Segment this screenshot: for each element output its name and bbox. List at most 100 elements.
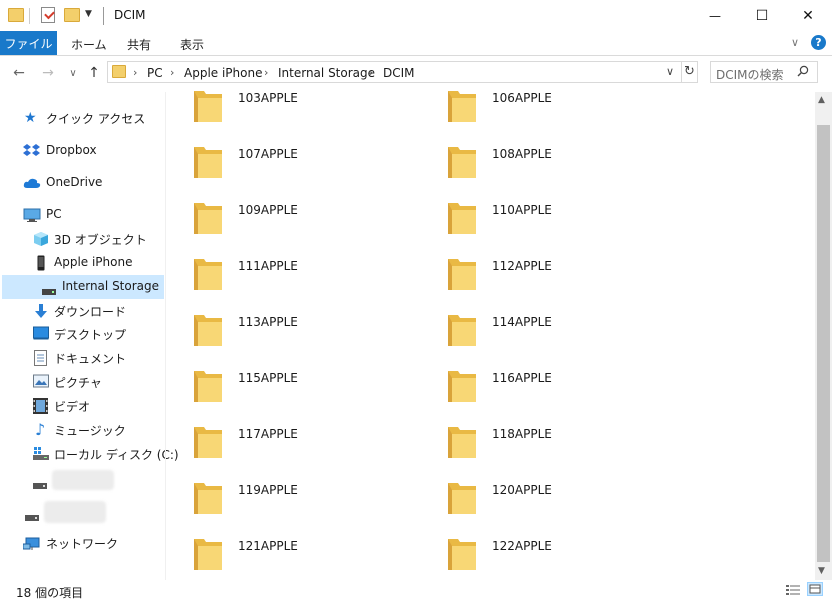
disk-icon [33,446,49,462]
new-folder-icon[interactable] [64,8,80,22]
scrollbar-thumb[interactable] [817,125,830,562]
folder-icon [194,424,222,458]
cloud-icon [23,178,41,194]
maximize-button[interactable]: ☐ [739,0,785,31]
refresh-icon[interactable]: ↻ [684,64,695,79]
nav-item-documents[interactable]: ドキュメント [0,346,165,370]
nav-item-music[interactable]: ♪ ミュージック [0,418,165,442]
folder-name: 103APPLE [238,91,298,105]
recent-locations-button[interactable]: ∨ [63,63,83,83]
nav-label: ダウンロード [54,305,127,319]
nav-label: ミュージック [54,424,126,438]
folder-icon [448,368,476,402]
properties-icon[interactable] [41,7,55,23]
folder-item[interactable]: 110APPLE [448,200,678,240]
tab-file[interactable]: ファイル [0,31,57,55]
pane-divider[interactable] [165,92,166,580]
nav-item-apple-iphone[interactable]: Apple iPhone [0,251,165,275]
nav-item-internal-storage[interactable]: Internal Storage [2,275,164,299]
up-arrow-icon: ↑ [88,65,100,81]
close-button[interactable]: ✕ [785,0,831,31]
address-dropdown-icon[interactable]: ∨ [666,65,674,78]
tab-share[interactable]: 共有 [127,36,151,53]
folder-item[interactable]: 116APPLE [448,368,678,408]
folder-item[interactable]: 115APPLE [194,368,424,408]
tiles-view-icon[interactable] [807,582,823,596]
folder-item[interactable]: 114APPLE [448,312,678,352]
folder-name: 108APPLE [492,147,552,161]
breadcrumb-separator[interactable]: › [264,66,268,79]
nav-label: ビデオ [54,400,91,414]
tab-view[interactable]: 表示 [180,36,204,53]
breadcrumb-dcim[interactable]: DCIM [383,66,415,80]
nav-item-removable-drive[interactable] [0,468,165,492]
nav-item-quick-access[interactable]: ★ クイック アクセス [0,106,165,130]
drive-icon [25,510,41,526]
help-icon[interactable]: ? [811,35,826,50]
folder-icon [448,200,476,234]
nav-item-local-disk[interactable]: ローカル ディスク (C:) [0,442,179,466]
pc-icon [23,207,41,223]
folder-item[interactable]: 118APPLE [448,424,678,464]
folder-item[interactable]: 107APPLE [194,144,424,184]
folder-item[interactable]: 106APPLE [448,88,678,128]
breadcrumb-pc[interactable]: PC [147,66,163,80]
folder-name: 109APPLE [238,203,298,217]
folder-name: 120APPLE [492,483,552,497]
nav-item-removable-drive[interactable] [0,500,165,524]
customize-qa-icon[interactable]: ▼ [85,9,92,19]
folder-name: 121APPLE [238,539,298,553]
breadcrumb-iphone[interactable]: Apple iPhone [184,66,262,80]
folder-icon [448,88,476,122]
up-button[interactable]: ↑ [84,63,104,83]
nav-item-videos[interactable]: ビデオ [0,394,165,418]
folder-name: 111APPLE [238,259,298,273]
folder-item[interactable]: 112APPLE [448,256,678,296]
breadcrumb-separator[interactable]: › [170,66,174,79]
nav-item-desktop[interactable]: デスクトップ [0,322,165,346]
folder-item[interactable]: 119APPLE [194,480,424,520]
nav-item-network[interactable]: ネットワーク [0,531,165,555]
back-button[interactable]: ← [9,63,29,83]
search-icon[interactable] [797,65,809,77]
folder-name: 119APPLE [238,483,298,497]
folder-icon [194,144,222,178]
folder-item[interactable]: 113APPLE [194,312,424,352]
nav-item-downloads[interactable]: ダウンロード [0,299,165,323]
folder-item[interactable]: 117APPLE [194,424,424,464]
folder-item[interactable]: 111APPLE [194,256,424,296]
tab-home[interactable]: ホーム [71,36,107,53]
folder-item[interactable]: 120APPLE [448,480,678,520]
picture-icon [33,374,49,390]
breadcrumb-separator[interactable]: › [133,66,137,79]
breadcrumb-internal-storage[interactable]: Internal Storage [278,66,375,80]
folder-item[interactable]: 103APPLE [194,88,424,128]
breadcrumb-separator[interactable]: › [369,66,373,79]
maximize-icon: ☐ [755,7,769,24]
scroll-down-arrow-icon[interactable]: ▼ [818,566,825,576]
nav-item-dropbox[interactable]: Dropbox [0,139,165,163]
expand-ribbon-icon[interactable]: ∨ [791,36,799,49]
nav-item-pictures[interactable]: ピクチャ [0,370,165,394]
nav-item-3d-objects[interactable]: 3D オブジェクト [0,227,165,251]
scroll-up-arrow-icon[interactable]: ▲ [818,95,825,105]
folder-icon [448,480,476,514]
details-view-icon[interactable] [786,584,800,596]
folder-name: 118APPLE [492,427,552,441]
folder-icon [194,368,222,402]
forward-button[interactable]: → [38,63,58,83]
title-divider [103,7,104,25]
folder-icon [448,144,476,178]
folder-item[interactable]: 122APPLE [448,536,678,576]
nav-label: クイック アクセス [46,112,146,126]
address-divider [681,62,682,82]
minimize-button[interactable]: — [692,0,738,31]
folder-item[interactable]: 109APPLE [194,200,424,240]
chevron-down-icon: ∨ [69,67,77,79]
nav-item-onedrive[interactable]: OneDrive [0,171,165,195]
folder-name: 112APPLE [492,259,552,273]
folder-item[interactable]: 121APPLE [194,536,424,576]
download-arrow-icon [33,303,49,319]
nav-item-pc[interactable]: PC [0,203,165,227]
folder-item[interactable]: 108APPLE [448,144,678,184]
